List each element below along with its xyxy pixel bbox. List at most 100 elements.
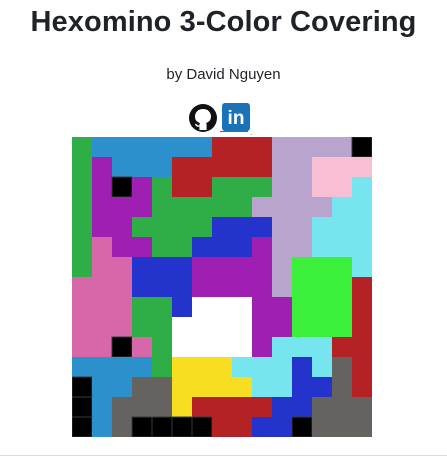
board-cell-magenta[interactable] [92, 337, 112, 357]
board-cell-lavender[interactable] [292, 197, 312, 217]
board-cell-lavender[interactable] [272, 157, 292, 177]
board-cell-green[interactable] [252, 177, 272, 197]
board-cell-lime[interactable] [292, 277, 312, 297]
board-cell-black[interactable] [111, 176, 133, 198]
board-cell-black[interactable] [72, 396, 93, 418]
board-cell-dark-gray[interactable] [332, 357, 352, 377]
board-cell-lime[interactable] [312, 277, 332, 297]
board-cell-red[interactable] [352, 357, 372, 377]
board-cell-white[interactable] [192, 337, 212, 357]
board-cell-steel-blue[interactable] [132, 137, 152, 157]
board-cell-dark-gray[interactable] [332, 417, 352, 437]
board-cell-lavender[interactable] [312, 137, 332, 157]
hexomino-board[interactable] [72, 137, 372, 437]
board-cell-purple[interactable] [252, 277, 272, 297]
board-cell-green[interactable] [72, 137, 92, 157]
board-cell-green[interactable] [152, 217, 172, 237]
board-cell-purple[interactable] [92, 197, 112, 217]
board-cell-cyan[interactable] [352, 237, 372, 257]
board-cell-red[interactable] [232, 137, 252, 157]
board-cell-yellow[interactable] [192, 357, 212, 377]
board-cell-green[interactable] [132, 217, 152, 237]
board-cell-cyan[interactable] [332, 217, 352, 237]
board-cell-red[interactable] [252, 157, 272, 177]
board-cell-steel-blue[interactable] [172, 137, 192, 157]
board-cell-lavender[interactable] [272, 257, 292, 277]
board-cell-red[interactable] [212, 397, 232, 417]
board-cell-navy-blue[interactable] [152, 257, 172, 277]
board-cell-cyan[interactable] [312, 357, 332, 377]
board-cell-lime[interactable] [292, 257, 312, 277]
board-cell-white[interactable] [232, 317, 252, 337]
board-cell-red[interactable] [212, 137, 232, 157]
board-cell-navy-blue[interactable] [312, 377, 332, 397]
board-cell-yellow[interactable] [212, 357, 232, 377]
board-cell-purple[interactable] [272, 297, 292, 317]
board-cell-purple[interactable] [212, 257, 232, 277]
board-cell-white[interactable] [232, 337, 252, 357]
board-cell-navy-blue[interactable] [292, 397, 312, 417]
board-cell-cyan[interactable] [352, 177, 372, 197]
board-cell-purple[interactable] [252, 317, 272, 337]
board-cell-yellow[interactable] [172, 397, 192, 417]
board-cell-steel-blue[interactable] [92, 137, 112, 157]
board-cell-red[interactable] [252, 397, 272, 417]
board-cell-steel-blue[interactable] [92, 417, 112, 437]
board-cell-magenta[interactable] [72, 317, 92, 337]
board-cell-black[interactable] [351, 137, 372, 158]
board-cell-magenta[interactable] [112, 297, 132, 317]
board-cell-lime[interactable] [292, 317, 312, 337]
board-cell-green[interactable] [232, 197, 252, 217]
board-cell-green[interactable] [152, 237, 172, 257]
board-cell-steel-blue[interactable] [112, 137, 132, 157]
board-cell-cyan[interactable] [232, 357, 252, 377]
board-cell-green[interactable] [152, 357, 172, 377]
board-cell-lavender[interactable] [252, 197, 272, 217]
board-cell-steel-blue[interactable] [192, 137, 212, 157]
board-cell-pink[interactable] [312, 157, 332, 177]
board-cell-magenta[interactable] [92, 277, 112, 297]
board-cell-lime[interactable] [312, 317, 332, 337]
board-cell-purple[interactable] [132, 237, 152, 257]
board-cell-green[interactable] [152, 317, 172, 337]
board-cell-lavender[interactable] [272, 277, 292, 297]
board-cell-lavender[interactable] [292, 137, 312, 157]
board-cell-steel-blue[interactable] [92, 397, 112, 417]
board-cell-lime[interactable] [332, 317, 352, 337]
board-cell-purple[interactable] [252, 237, 272, 257]
board-cell-steel-blue[interactable] [132, 357, 152, 377]
board-cell-steel-blue[interactable] [132, 157, 152, 177]
board-cell-purple[interactable] [232, 257, 252, 277]
board-cell-green[interactable] [192, 197, 212, 217]
board-cell-lavender[interactable] [272, 137, 292, 157]
board-cell-magenta[interactable] [92, 297, 112, 317]
board-cell-lavender[interactable] [292, 217, 312, 237]
board-cell-yellow[interactable] [172, 357, 192, 377]
board-cell-red[interactable] [352, 297, 372, 317]
board-cell-yellow[interactable] [192, 377, 212, 397]
board-cell-dark-gray[interactable] [312, 397, 332, 417]
board-cell-lavender[interactable] [292, 177, 312, 197]
board-cell-pink[interactable] [312, 177, 332, 197]
board-cell-lavender[interactable] [272, 177, 292, 197]
board-cell-cyan[interactable] [252, 377, 272, 397]
board-cell-black[interactable] [151, 416, 173, 437]
board-cell-purple[interactable] [212, 277, 232, 297]
board-cell-navy-blue[interactable] [172, 277, 192, 297]
board-cell-lavender[interactable] [292, 157, 312, 177]
board-cell-white[interactable] [192, 297, 212, 317]
board-cell-cyan[interactable] [272, 357, 292, 377]
board-cell-magenta[interactable] [112, 277, 132, 297]
board-cell-red[interactable] [252, 137, 272, 157]
board-cell-navy-blue[interactable] [212, 217, 232, 237]
board-cell-green[interactable] [172, 237, 192, 257]
board-cell-red[interactable] [192, 177, 212, 197]
board-cell-dark-gray[interactable] [352, 417, 372, 437]
board-cell-navy-blue[interactable] [232, 217, 252, 237]
board-cell-cyan[interactable] [312, 337, 332, 357]
board-cell-navy-blue[interactable] [172, 257, 192, 277]
linkedin-icon[interactable]: in [222, 103, 250, 131]
board-cell-green[interactable] [172, 197, 192, 217]
board-cell-white[interactable] [212, 317, 232, 337]
board-cell-dark-gray[interactable] [132, 397, 152, 417]
